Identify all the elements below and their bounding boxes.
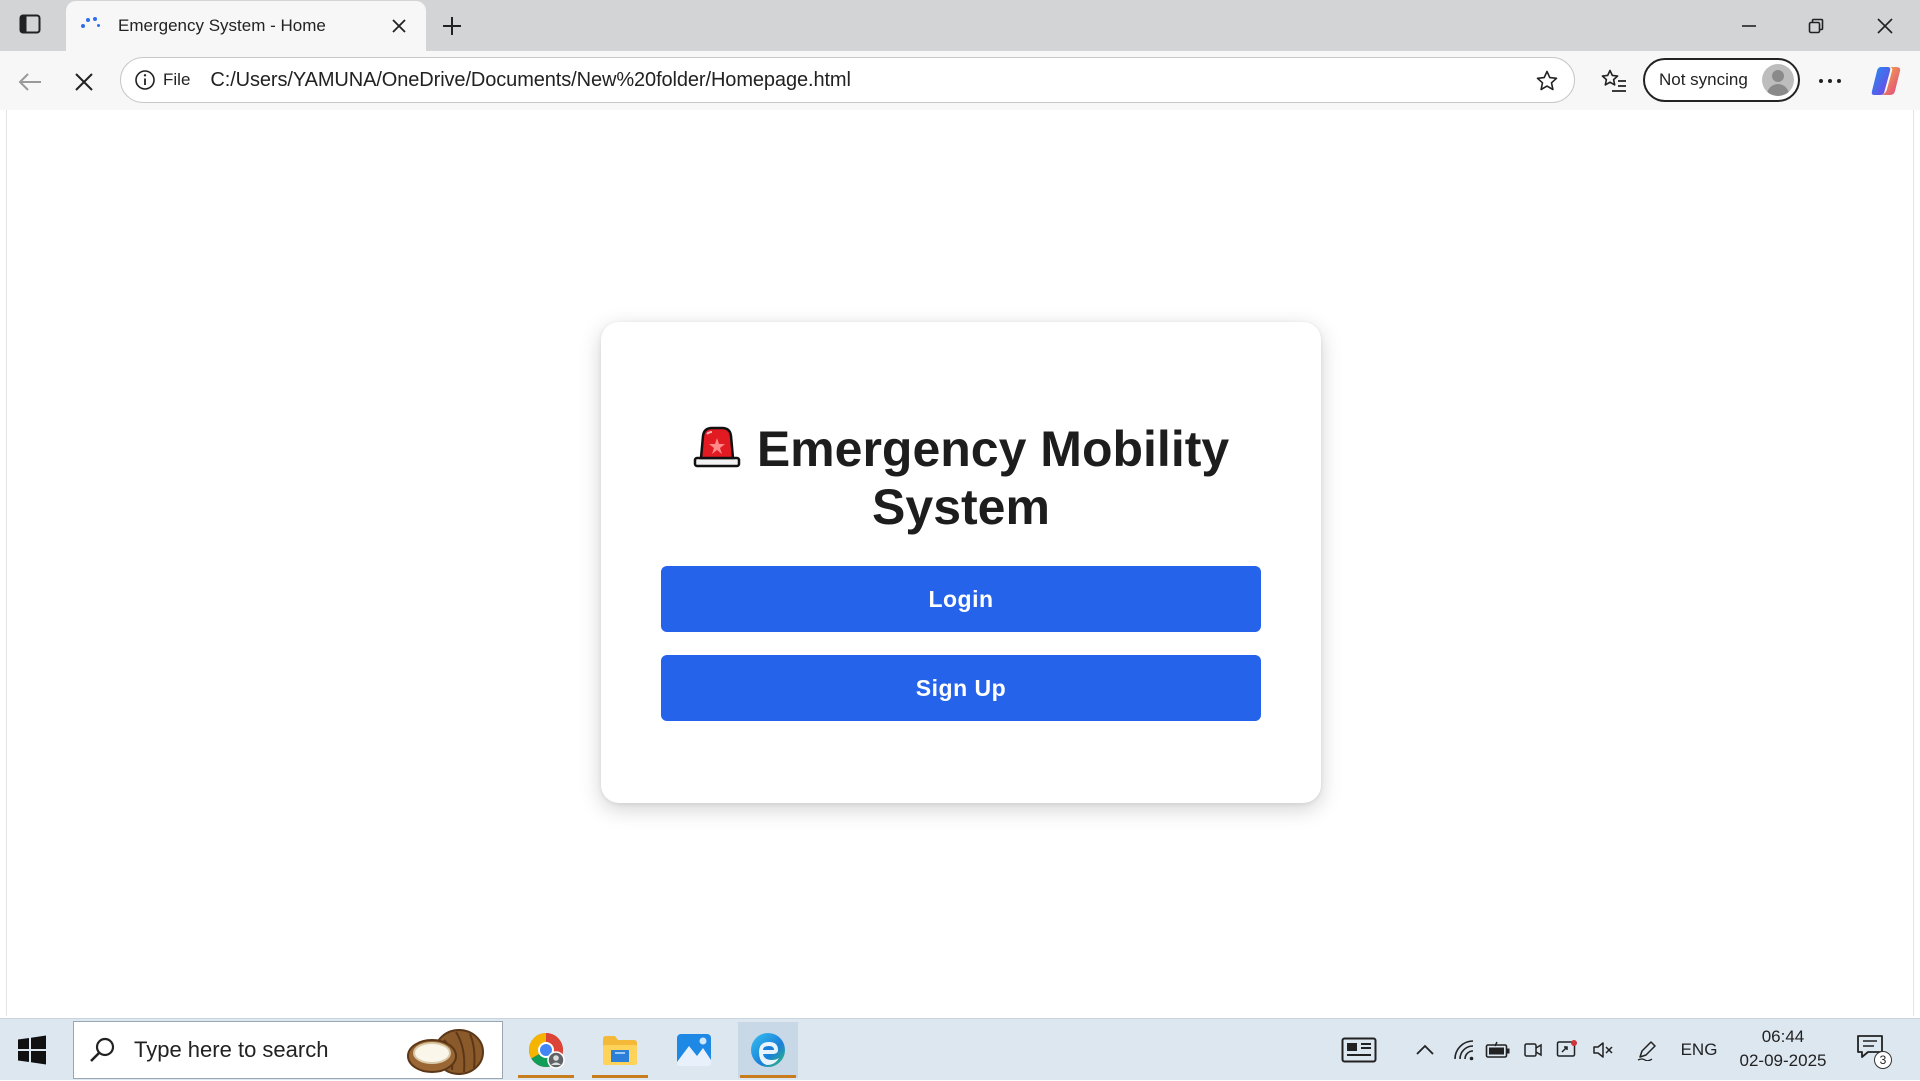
minimize-icon: [1742, 24, 1756, 27]
taskbar-clock[interactable]: 06:44 02-09-2025: [1728, 1025, 1838, 1073]
signup-button[interactable]: Sign Up: [661, 655, 1261, 721]
input-language-button[interactable]: ENG: [1676, 1019, 1722, 1081]
tab-actions-icon: [19, 14, 41, 34]
edge-icon: [751, 1033, 785, 1067]
search-icon: [90, 1037, 115, 1062]
chrome-icon: [529, 1033, 565, 1069]
battery-icon: [1485, 1041, 1510, 1058]
windows-taskbar: Type here to search ENG 06:44 02-09-2025…: [0, 1018, 1920, 1080]
siren-icon: [693, 426, 741, 468]
running-indicator: [518, 1075, 574, 1078]
volume-button[interactable]: [1590, 1019, 1616, 1081]
profile-button[interactable]: Not syncing: [1643, 58, 1800, 102]
page-title: Emergency Mobility System: [601, 420, 1321, 536]
pen-menu-button[interactable]: [1634, 1019, 1660, 1081]
coconut-icon: [407, 1029, 484, 1075]
address-url[interactable]: C:/Users/YAMUNA/OneDrive/Documents/New%2…: [210, 69, 851, 92]
file-explorer-icon: [603, 1036, 637, 1065]
tab-strip: Emergency System - Home: [0, 0, 1920, 51]
avatar-icon: [1762, 64, 1794, 96]
stop-loading-button[interactable]: [68, 66, 100, 98]
loading-spinner-icon: [80, 15, 102, 37]
more-options-button[interactable]: [1814, 65, 1846, 97]
notification-center-button[interactable]: 3: [1854, 1031, 1894, 1071]
running-indicator: [740, 1075, 796, 1078]
wifi-icon: [1454, 1040, 1474, 1061]
camera-icon: [1524, 1043, 1542, 1057]
taskbar-search[interactable]: Type here to search: [73, 1021, 503, 1079]
screen-share-icon: [1556, 1040, 1577, 1057]
address-scheme: File: [163, 70, 191, 89]
ellipsis-icon: [1819, 79, 1841, 83]
page-viewport: Emergency Mobility System Login Sign Up: [6, 110, 1914, 1016]
back-button[interactable]: [14, 66, 46, 98]
tab-close-button[interactable]: [388, 15, 410, 37]
arrow-left-icon: [18, 73, 41, 91]
news-icon: [1341, 1037, 1377, 1063]
windows-start-icon[interactable]: [16, 1034, 48, 1066]
taskbar-chrome[interactable]: [516, 1022, 576, 1078]
info-icon: [135, 70, 155, 90]
clock-time: 06:44: [1761, 1027, 1805, 1046]
clock-date: 02-09-2025: [1739, 1051, 1827, 1070]
favorite-button[interactable]: [1534, 68, 1560, 94]
page-title-text: Emergency Mobility System: [756, 421, 1230, 535]
network-button[interactable]: [1450, 1019, 1478, 1081]
search-placeholder: Type here to search: [134, 1037, 329, 1062]
photos-icon: [677, 1034, 711, 1066]
copilot-icon[interactable]: [1868, 63, 1904, 99]
chevron-up-icon: [1416, 1044, 1434, 1055]
favorites-star-list-icon: [1601, 69, 1626, 92]
taskbar-edge[interactable]: [738, 1022, 798, 1078]
notification-count-badge: 3: [1874, 1051, 1892, 1069]
favorites-button[interactable]: [1598, 65, 1630, 97]
address-bar[interactable]: File C:/Users/YAMUNA/OneDrive/Documents/…: [120, 57, 1575, 103]
home-card: Emergency Mobility System Login Sign Up: [601, 322, 1321, 803]
camera-status-button[interactable]: [1520, 1019, 1546, 1081]
active-tab[interactable]: Emergency System - Home: [66, 1, 426, 51]
login-button[interactable]: Login: [661, 566, 1261, 632]
close-icon: [1877, 17, 1893, 34]
show-hidden-icons-button[interactable]: [1412, 1019, 1438, 1081]
plus-icon: [443, 17, 461, 35]
screen-share-button[interactable]: [1554, 1019, 1580, 1081]
site-info-button[interactable]: [133, 68, 157, 92]
minimize-button[interactable]: [1714, 0, 1784, 51]
running-indicator: [592, 1075, 648, 1078]
restore-button[interactable]: [1781, 0, 1851, 51]
battery-button[interactable]: [1484, 1019, 1512, 1081]
close-window-button[interactable]: [1850, 0, 1920, 51]
close-icon: [75, 73, 93, 91]
star-icon: [1536, 70, 1558, 91]
new-tab-button[interactable]: [436, 10, 468, 42]
browser-toolbar: File C:/Users/YAMUNA/OneDrive/Documents/…: [0, 51, 1920, 110]
taskbar-photos[interactable]: [664, 1022, 724, 1078]
taskbar-file-explorer[interactable]: [590, 1022, 650, 1078]
tab-title: Emergency System - Home: [118, 16, 326, 35]
profile-label: Not syncing: [1659, 70, 1748, 89]
volume-muted-icon: [1593, 1042, 1613, 1058]
restore-icon: [1808, 18, 1824, 33]
pen-icon: [1637, 1041, 1656, 1061]
tab-actions-button[interactable]: [16, 10, 44, 38]
close-icon: [392, 19, 406, 33]
news-button[interactable]: [1336, 1019, 1382, 1081]
language-label: ENG: [1680, 1040, 1718, 1059]
